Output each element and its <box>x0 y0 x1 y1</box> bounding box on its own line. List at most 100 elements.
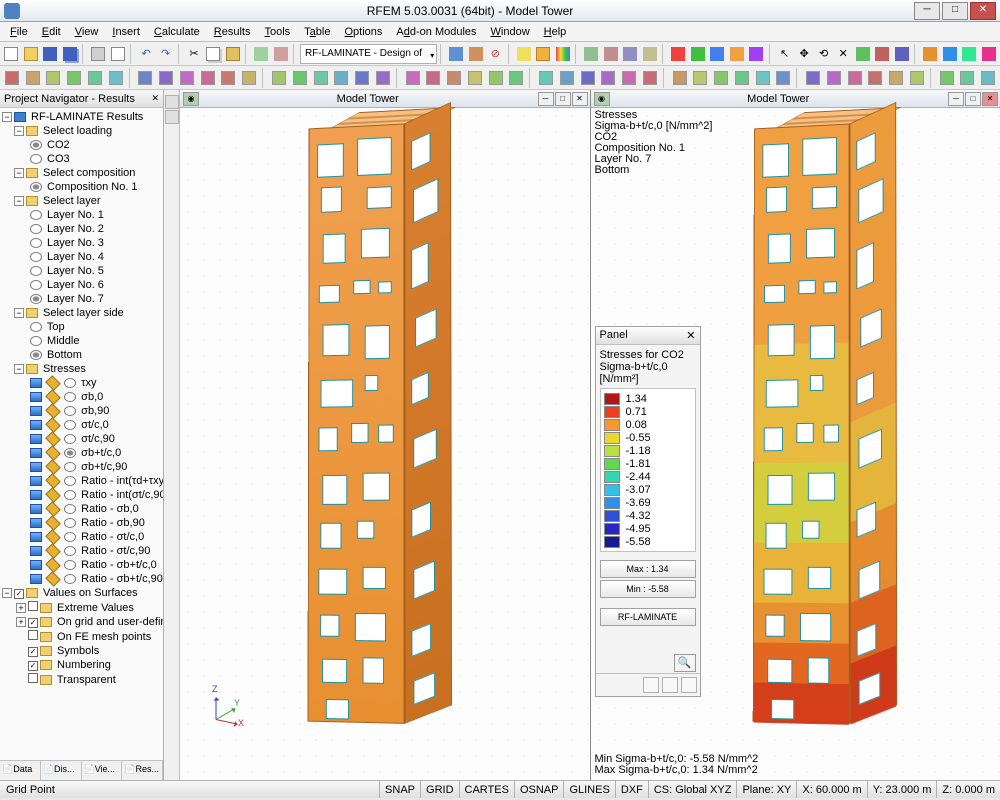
view-right-close[interactable]: ✕ <box>982 92 998 106</box>
menu-window[interactable]: Window <box>485 24 536 40</box>
tree-check[interactable]: On FE mesh points <box>2 629 161 644</box>
menu-file[interactable]: File <box>4 24 34 40</box>
tree-item[interactable]: Bottom <box>2 348 161 362</box>
tb2-25[interactable] <box>557 68 577 88</box>
tb-m7[interactable] <box>893 44 912 64</box>
menu-help[interactable]: Help <box>538 24 573 40</box>
tb-zoom2[interactable] <box>534 44 553 64</box>
view-right-min[interactable]: ─ <box>948 92 964 106</box>
tb-i2[interactable] <box>272 44 291 64</box>
tree-item[interactable]: σb+t/c,90 <box>2 460 161 474</box>
tb2-8[interactable] <box>177 68 197 88</box>
tb2-29[interactable] <box>640 68 660 88</box>
menu-table[interactable]: Table <box>298 24 336 40</box>
tree-item[interactable]: Composition No. 1 <box>2 180 161 194</box>
tb-save[interactable] <box>41 44 60 64</box>
tb2-4[interactable] <box>85 68 105 88</box>
nav-tab-1[interactable]: 📄Dis... <box>41 761 82 780</box>
tb-n2[interactable] <box>940 44 959 64</box>
tb-paste[interactable] <box>224 44 243 64</box>
tb2-3[interactable] <box>64 68 84 88</box>
tb2-10[interactable] <box>219 68 239 88</box>
tb-zoom3[interactable] <box>554 44 573 64</box>
tree-item[interactable]: Layer No. 3 <box>2 236 161 250</box>
menu-insert[interactable]: Insert <box>106 24 146 40</box>
tb-calc[interactable] <box>669 44 688 64</box>
menu-options[interactable]: Options <box>338 24 388 40</box>
tb-m6[interactable] <box>873 44 892 64</box>
status-OSNAP[interactable]: OSNAP <box>514 781 564 798</box>
tb2-1[interactable] <box>23 68 43 88</box>
tree-check[interactable]: Numbering <box>2 658 161 672</box>
tb2-18[interactable] <box>403 68 423 88</box>
tb-m3[interactable]: ⟲ <box>814 44 833 64</box>
tree-item[interactable]: Layer No. 1 <box>2 208 161 222</box>
tree-item[interactable]: Layer No. 6 <box>2 278 161 292</box>
tb2-20[interactable] <box>444 68 464 88</box>
nav-tab-3[interactable]: 📄Res... <box>122 761 163 780</box>
tree-check[interactable]: Transparent <box>2 672 161 687</box>
tb-new[interactable] <box>2 44 21 64</box>
tb-open[interactable] <box>22 44 41 64</box>
tb2-7[interactable] <box>156 68 176 88</box>
menu-calculate[interactable]: Calculate <box>148 24 206 40</box>
tb-l1[interactable] <box>688 44 707 64</box>
status-SNAP[interactable]: SNAP <box>379 781 420 798</box>
tree-item[interactable]: σt/c,0 <box>2 418 161 432</box>
tree-item[interactable]: Ratio - σt/c,90 <box>2 544 161 558</box>
tree-check[interactable]: + On grid and user-defined p <box>2 615 161 629</box>
view-right-icon[interactable]: ◉ <box>594 92 610 106</box>
tb-m1[interactable]: ↖ <box>775 44 794 64</box>
tb-m2[interactable]: ✥ <box>795 44 814 64</box>
tree-item[interactable]: Ratio - σb,90 <box>2 516 161 530</box>
maximize-button[interactable]: □ <box>942 2 968 20</box>
tb-k2[interactable] <box>601 44 620 64</box>
status-GRID[interactable]: GRID <box>420 781 459 798</box>
menu-view[interactable]: View <box>69 24 105 40</box>
navigator-tree[interactable]: − RF-LAMINATE Results− Select loading CO… <box>0 108 163 760</box>
tb-j1[interactable] <box>447 44 466 64</box>
panel-foot-2[interactable] <box>662 677 678 693</box>
tb2-21[interactable] <box>465 68 485 88</box>
tb2-5[interactable] <box>106 68 126 88</box>
tree-item[interactable]: Ratio - σb+t/c,90 <box>2 572 161 586</box>
view-left-close[interactable]: ✕ <box>572 92 588 106</box>
tb-j2[interactable] <box>467 44 486 64</box>
tb2-12[interactable] <box>269 68 289 88</box>
tb-k3[interactable] <box>621 44 640 64</box>
tree-item[interactable]: CO3 <box>2 152 161 166</box>
status-DXF[interactable]: DXF <box>615 781 648 798</box>
tb2-26[interactable] <box>578 68 598 88</box>
tb2-44[interactable] <box>978 68 998 88</box>
tree-item[interactable]: σb+t/c,0 <box>2 446 161 460</box>
nav-tab-2[interactable]: 📄Vie... <box>82 761 123 780</box>
tb2-42[interactable] <box>937 68 957 88</box>
tree-item[interactable]: Layer No. 4 <box>2 250 161 264</box>
minimize-button[interactable]: ─ <box>914 2 940 20</box>
tb-n3[interactable] <box>960 44 979 64</box>
tb-n1[interactable] <box>921 44 940 64</box>
tb2-6[interactable] <box>136 68 156 88</box>
tb2-14[interactable] <box>311 68 331 88</box>
tb2-28[interactable] <box>619 68 639 88</box>
tb2-37[interactable] <box>824 68 844 88</box>
tb2-11[interactable] <box>239 68 259 88</box>
panel-foot-1[interactable] <box>643 677 659 693</box>
view-right-canvas[interactable]: StressesSigma-b+t/c,0 [N/mm^2]CO2Composi… <box>591 108 1000 780</box>
tb2-33[interactable] <box>732 68 752 88</box>
tb-saveall[interactable] <box>61 44 80 64</box>
view-right-max[interactable]: □ <box>965 92 981 106</box>
menu-addon[interactable]: Add-on Modules <box>390 24 482 40</box>
tb2-30[interactable] <box>670 68 690 88</box>
tb-j3[interactable]: ⊘ <box>486 44 505 64</box>
tree-item[interactable]: σt/c,90 <box>2 432 161 446</box>
tb-k1[interactable] <box>582 44 601 64</box>
status-CARTES[interactable]: CARTES <box>459 781 514 798</box>
panel-close[interactable]: ✕ <box>686 329 695 342</box>
menu-results[interactable]: Results <box>208 24 257 40</box>
nav-tab-0[interactable]: 📄Data <box>0 761 41 780</box>
menu-edit[interactable]: Edit <box>36 24 67 40</box>
tb2-34[interactable] <box>753 68 773 88</box>
tb2-43[interactable] <box>958 68 978 88</box>
tb2-39[interactable] <box>866 68 886 88</box>
